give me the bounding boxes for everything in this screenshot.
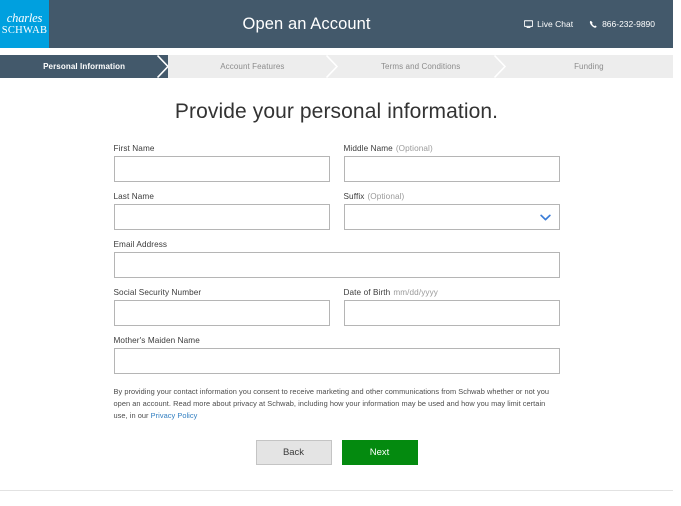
step-label: Funding [574, 62, 604, 71]
dob-format-hint: mm/dd/yyyy [393, 288, 438, 297]
step-personal-information[interactable]: Personal Information [0, 55, 170, 78]
form-actions: Back Next [0, 439, 673, 465]
last-name-label-text: Last Name [113, 192, 154, 201]
mothers-maiden-name-input[interactable] [113, 348, 560, 374]
first-name-field-group: First Name [113, 144, 330, 182]
email-label: Email Address [114, 240, 560, 249]
step-chevron-icon [493, 55, 506, 78]
form-row-names-2: Last Name Suffix (Optional) [113, 192, 560, 230]
form-row-maiden-name: Mother's Maiden Name [113, 336, 560, 374]
phone-number-label: 866-232-9890 [602, 19, 655, 29]
page-header: charles SCHWAB Open an Account Live Chat [0, 0, 673, 48]
form-row-email: Email Address [113, 240, 560, 278]
logo-charles-text: charles [6, 11, 43, 25]
marketing-consent-disclaimer: By providing your contact information yo… [114, 386, 560, 422]
middle-name-label-text: Middle Name [343, 144, 393, 153]
ssn-field-group: Social Security Number [113, 288, 330, 326]
personal-information-form: First Name Middle Name (Optional) Last Na… [113, 124, 560, 374]
dob-input[interactable] [343, 300, 560, 326]
mothers-maiden-name-field-group: Mother's Maiden Name [113, 336, 560, 374]
page-title: Provide your personal information. [174, 100, 499, 123]
step-label: Personal Information [43, 62, 126, 71]
suffix-field-group: Suffix (Optional) [343, 192, 560, 230]
header-utility-links: Live Chat 866-232-9890 [524, 0, 673, 48]
mothers-maiden-name-label-text: Mother's Maiden Name [113, 336, 200, 345]
live-chat-label: Live Chat [537, 19, 574, 29]
step-chevron-icon [157, 55, 170, 78]
ssn-label: Social Security Number [114, 288, 330, 297]
chat-monitor-icon [524, 19, 534, 29]
form-row-names-1: First Name Middle Name (Optional) [113, 144, 560, 182]
middle-name-field-group: Middle Name (Optional) [343, 144, 560, 182]
dob-label: Date of Birth mm/dd/yyyy [344, 288, 560, 297]
phone-icon [589, 20, 598, 29]
ssn-label-text: Social Security Number [113, 288, 202, 297]
suffix-label-text: Suffix [343, 192, 365, 201]
next-button[interactable]: Next [341, 439, 418, 465]
bottom-divider [0, 490, 673, 491]
logo-schwab-text: SCHWAB [1, 24, 48, 36]
suffix-optional-tag: (Optional) [367, 192, 405, 201]
middle-name-input[interactable] [343, 156, 560, 182]
step-label: Account Features [220, 62, 285, 71]
first-name-input[interactable] [113, 156, 330, 182]
charles-schwab-logo[interactable]: charles SCHWAB [0, 0, 49, 48]
phone-number-link[interactable]: 866-232-9890 [589, 19, 655, 29]
step-funding[interactable]: Funding [505, 55, 673, 78]
dob-field-group: Date of Birth mm/dd/yyyy [343, 288, 560, 326]
middle-name-optional-tag: (Optional) [395, 144, 433, 153]
live-chat-button[interactable]: Live Chat [524, 19, 573, 29]
scrollbar-gutter[interactable] [673, 0, 681, 506]
step-chevron-icon [325, 55, 338, 78]
step-account-features[interactable]: Account Features [168, 55, 338, 78]
back-button[interactable]: Back [255, 439, 332, 465]
last-name-field-group: Last Name [113, 192, 330, 230]
step-label: Terms and Conditions [380, 62, 461, 71]
privacy-policy-link[interactable]: Privacy Policy [151, 411, 198, 420]
email-input[interactable] [113, 252, 560, 278]
email-label-text: Email Address [113, 240, 168, 249]
email-field-group: Email Address [113, 240, 560, 278]
last-name-input[interactable] [113, 204, 330, 230]
suffix-label: Suffix (Optional) [344, 192, 560, 201]
progress-step-bar: Personal Information Account Features Te… [0, 55, 673, 78]
last-name-label: Last Name [114, 192, 330, 201]
first-name-label: First Name [114, 144, 330, 153]
page-content: Provide your personal information. First… [0, 78, 673, 498]
chevron-down-icon [539, 208, 551, 226]
header-title: Open an Account [242, 14, 371, 33]
mothers-maiden-name-label: Mother's Maiden Name [114, 336, 560, 345]
dob-label-text: Date of Birth [343, 288, 391, 297]
ssn-input[interactable] [113, 300, 330, 326]
first-name-label-text: First Name [113, 144, 155, 153]
step-terms-and-conditions[interactable]: Terms and Conditions [337, 55, 506, 78]
suffix-select[interactable] [343, 204, 560, 230]
form-row-ssn-dob: Social Security Number Date of Birth mm/d… [113, 288, 560, 326]
open-account-page: charles SCHWAB Open an Account Live Chat [0, 0, 681, 506]
middle-name-label: Middle Name (Optional) [344, 144, 560, 153]
